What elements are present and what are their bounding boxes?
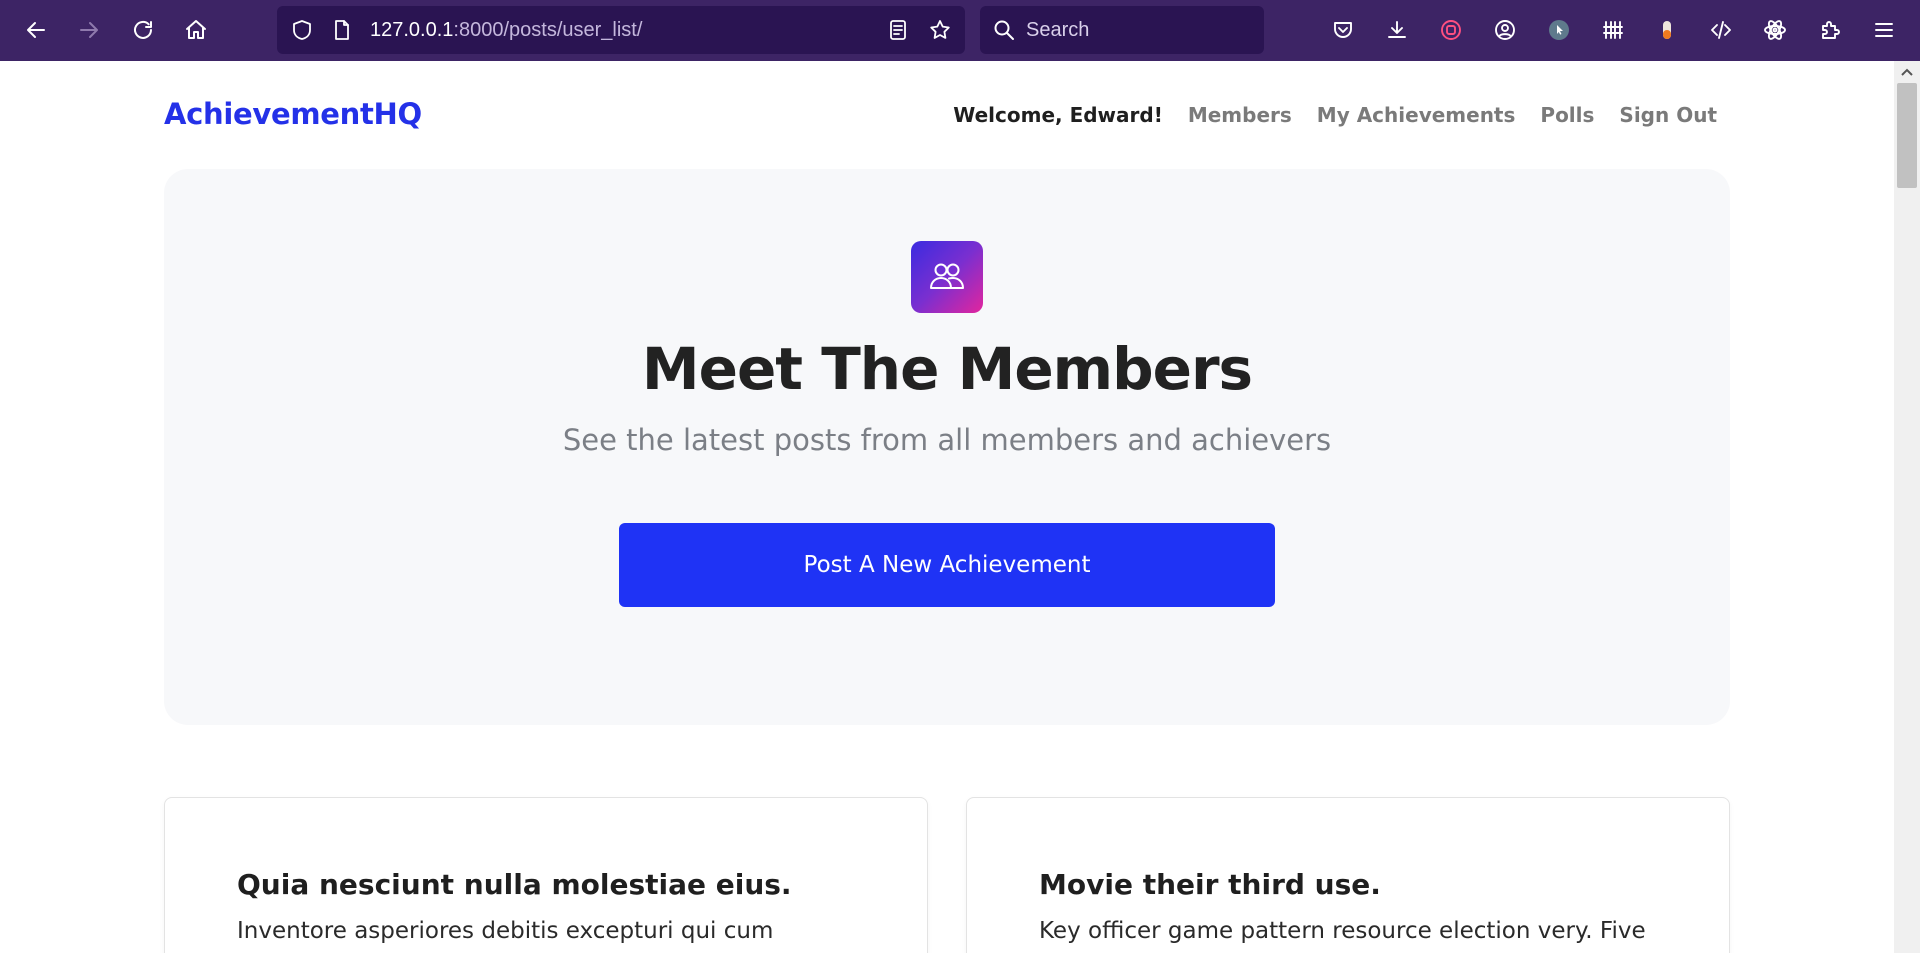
shield-icon[interactable] [290,18,314,42]
account-button[interactable] [1488,13,1522,47]
nav-link-polls[interactable]: Polls [1540,103,1594,127]
browser-toolbar: 127.0.0.1:8000/posts/user_list/ [0,0,1920,61]
back-button[interactable] [19,12,53,48]
forward-button[interactable] [72,12,106,48]
page-viewport: AchievementHQ Welcome, Edward! Members M… [0,61,1894,953]
puzzle-icon [1822,21,1840,39]
url-text[interactable]: 127.0.0.1:8000/posts/user_list/ [370,19,642,42]
extension-button-3[interactable] [1596,13,1630,47]
reader-mode-icon[interactable] [886,18,910,42]
welcome-message: Welcome, Edward! [953,103,1163,127]
address-bar[interactable]: 127.0.0.1:8000/posts/user_list/ [277,6,965,54]
arrow-right-icon [80,22,98,38]
devtools-button[interactable] [1704,13,1738,47]
post-title[interactable]: Quia nesciunt nulla molestiae eius. [237,868,792,901]
home-button[interactable] [179,12,213,48]
extension-button-4[interactable] [1650,13,1684,47]
post-achievement-button[interactable]: Post A New Achievement [619,523,1275,607]
extension-button-1[interactable] [1434,13,1468,47]
reload-button[interactable] [126,12,160,48]
page-subtitle: See the latest posts from all members an… [562,423,1332,457]
capsule-icon [1663,21,1671,39]
arrow-left-icon [27,22,45,38]
post-title[interactable]: Movie their third use. [1039,868,1381,901]
search-icon [994,20,1014,40]
scroll-up-arrow-icon[interactable] [1900,65,1914,79]
post-body: Inventore asperiores debitis excepturi q… [237,918,774,944]
post-body: Key officer game pattern resource electi… [1039,918,1646,944]
bookmark-star-icon[interactable] [928,18,952,42]
menu-button[interactable] [1867,13,1901,47]
pocket-button[interactable] [1326,13,1360,47]
page-icon [330,18,354,42]
page-title: Meet The Members [641,335,1253,403]
nav-link-my-achievements[interactable]: My Achievements [1317,103,1516,127]
reload-icon [134,20,152,39]
search-input[interactable] [1026,17,1246,43]
site-nav: Welcome, Edward! Members My Achievements… [953,103,1717,127]
nav-link-members[interactable]: Members [1188,103,1292,127]
code-icon [1711,21,1731,39]
site-logo[interactable]: AchievementHQ [164,97,422,131]
scrollbar-thumb[interactable] [1897,83,1917,188]
download-icon [1388,21,1406,38]
users-icon [930,263,964,289]
page-scrollbar[interactable] [1894,61,1920,953]
record-icon [1441,20,1461,40]
downloads-button[interactable] [1380,13,1414,47]
hero-badge [911,241,983,313]
search-bar[interactable] [980,6,1264,54]
react-devtools-button[interactable] [1758,13,1792,47]
hero-section: Meet The Members See the latest posts fr… [164,169,1730,725]
react-icon [1764,20,1786,40]
extension-button-2[interactable] [1542,13,1576,47]
nav-link-sign-out[interactable]: Sign Out [1619,103,1717,127]
account-icon [1495,20,1515,40]
grid-icon [1603,21,1623,39]
home-icon [186,20,206,39]
post-card[interactable]: Movie their third use. Key officer game … [966,797,1730,953]
cursor-icon [1549,20,1569,40]
hamburger-menu-icon [1875,23,1893,37]
post-card[interactable]: Quia nesciunt nulla molestiae eius. Inve… [164,797,928,953]
extensions-button[interactable] [1813,13,1847,47]
pocket-icon [1334,22,1352,38]
